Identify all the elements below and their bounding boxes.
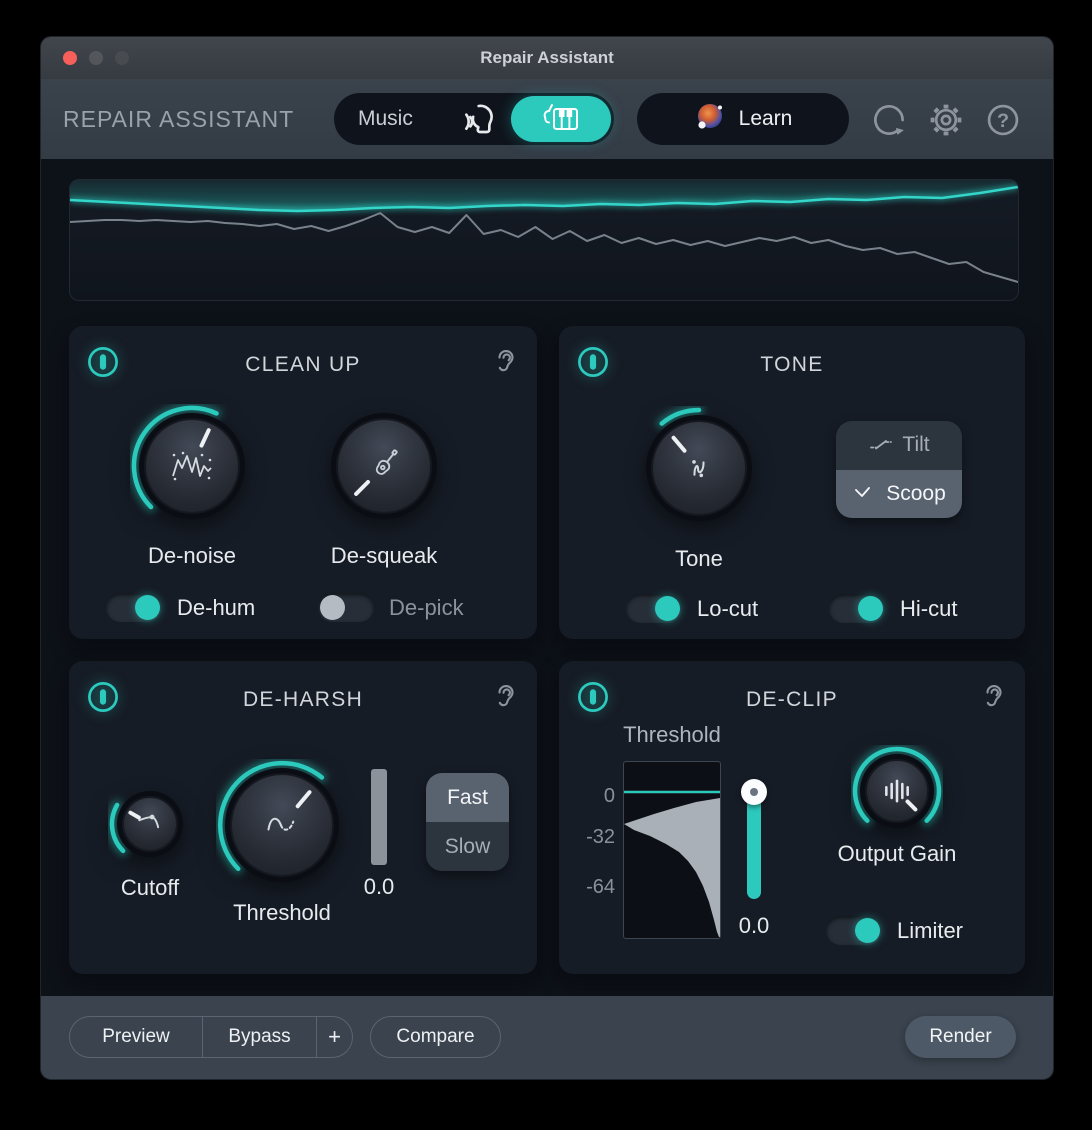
threshold-label: Threshold — [623, 722, 721, 748]
lo-cut-toggle[interactable] — [626, 594, 682, 623]
ear-icon[interactable] — [491, 681, 521, 711]
axis-label-64: -64 — [567, 876, 615, 899]
tilt-icon — [868, 433, 894, 457]
svg-text:?: ? — [997, 110, 1009, 132]
footer-bar: Preview Bypass + Compare Render — [41, 996, 1053, 1079]
tilt-option[interactable]: Tilt — [836, 421, 962, 470]
de-hum-toggle[interactable] — [106, 593, 162, 622]
voice-icon[interactable] — [457, 99, 497, 139]
harsh-threshold-knob[interactable] — [216, 759, 348, 891]
knob-label: Cutoff — [121, 875, 179, 901]
add-button[interactable]: + — [316, 1016, 352, 1058]
ear-icon[interactable] — [979, 681, 1009, 711]
spectrum-svg — [70, 180, 1018, 300]
tone-panel: TONE Tone Tilt — [559, 326, 1025, 639]
cutoff-knob[interactable] — [108, 782, 192, 866]
app-title: REPAIR ASSISTANT — [63, 79, 294, 159]
window-title: Repair Assistant — [41, 37, 1053, 79]
de-pick-toggle[interactable] — [318, 593, 374, 622]
fast-slow-selector: Fast Slow — [426, 773, 509, 871]
ear-icon[interactable] — [491, 346, 521, 376]
toggle-label: Lo-cut — [697, 596, 758, 622]
slow-option[interactable]: Slow — [426, 822, 509, 871]
instruments-icon[interactable] — [511, 96, 611, 142]
de-noise-knob[interactable] — [130, 404, 254, 528]
scoop-icon — [852, 482, 878, 506]
transport-button-group: Preview Bypass + — [69, 1016, 353, 1058]
scoop-option[interactable]: Scoop — [836, 470, 962, 519]
limiter-toggle[interactable] — [826, 916, 882, 945]
compare-button[interactable]: Compare — [370, 1016, 501, 1058]
slider-value: 0.0 — [739, 913, 770, 939]
clean-up-panel: CLEAN UP De-noise — [69, 326, 537, 639]
de-squeak-knob[interactable] — [322, 404, 446, 528]
toggle-label: Hi-cut — [900, 596, 957, 622]
knob-label: De-squeak — [331, 543, 437, 569]
spectrum-display — [69, 179, 1019, 301]
learn-orb-icon — [694, 101, 726, 138]
panel-title: CLEAN UP — [69, 353, 537, 377]
history-icon[interactable] — [869, 100, 909, 140]
knob-label: Tone — [675, 546, 723, 572]
learn-label: Learn — [739, 107, 793, 131]
title-bar: Repair Assistant — [41, 37, 1053, 80]
panel-title: DE-HARSH — [69, 688, 537, 712]
panel-title: TONE — [559, 353, 1025, 377]
clip-threshold-slider-handle[interactable] — [741, 779, 767, 805]
fast-option[interactable]: Fast — [426, 773, 509, 822]
axis-label-32: -32 — [567, 826, 615, 849]
tilt-scoop-selector: Tilt Scoop — [836, 421, 962, 518]
de-clip-panel: DE-CLIP Threshold 0 -32 -64 0.0 — [559, 661, 1025, 974]
clip-histogram — [623, 761, 721, 939]
header-bar: REPAIR ASSISTANT Music — [41, 79, 1053, 159]
axis-label-0: 0 — [567, 785, 615, 808]
plugin-window: Repair Assistant REPAIR ASSISTANT Music — [40, 36, 1054, 1080]
output-gain-knob[interactable] — [851, 745, 943, 837]
help-icon[interactable]: ? — [983, 100, 1023, 140]
meter-value: 0.0 — [364, 874, 395, 900]
de-harsh-panel: DE-HARSH Cutoff — [69, 661, 537, 974]
panel-title: DE-CLIP — [559, 688, 1025, 712]
knob-label: Output Gain — [838, 841, 957, 867]
gain-reduction-meter — [371, 769, 387, 865]
toggle-label: Limiter — [897, 918, 963, 944]
settings-gear-icon[interactable] — [926, 100, 966, 140]
knob-label: Threshold — [233, 900, 331, 926]
toggle-label: De-pick — [389, 595, 464, 621]
learn-button[interactable]: Learn — [637, 93, 849, 145]
mode-label: Music — [358, 107, 413, 131]
bypass-button[interactable]: Bypass — [202, 1016, 316, 1058]
preview-button[interactable]: Preview — [70, 1016, 202, 1058]
toggle-label: De-hum — [177, 595, 255, 621]
mode-selector[interactable]: Music — [334, 93, 614, 145]
hi-cut-toggle[interactable] — [829, 594, 885, 623]
tone-knob[interactable] — [637, 406, 761, 530]
knob-label: De-noise — [148, 543, 236, 569]
render-button[interactable]: Render — [905, 1016, 1016, 1058]
